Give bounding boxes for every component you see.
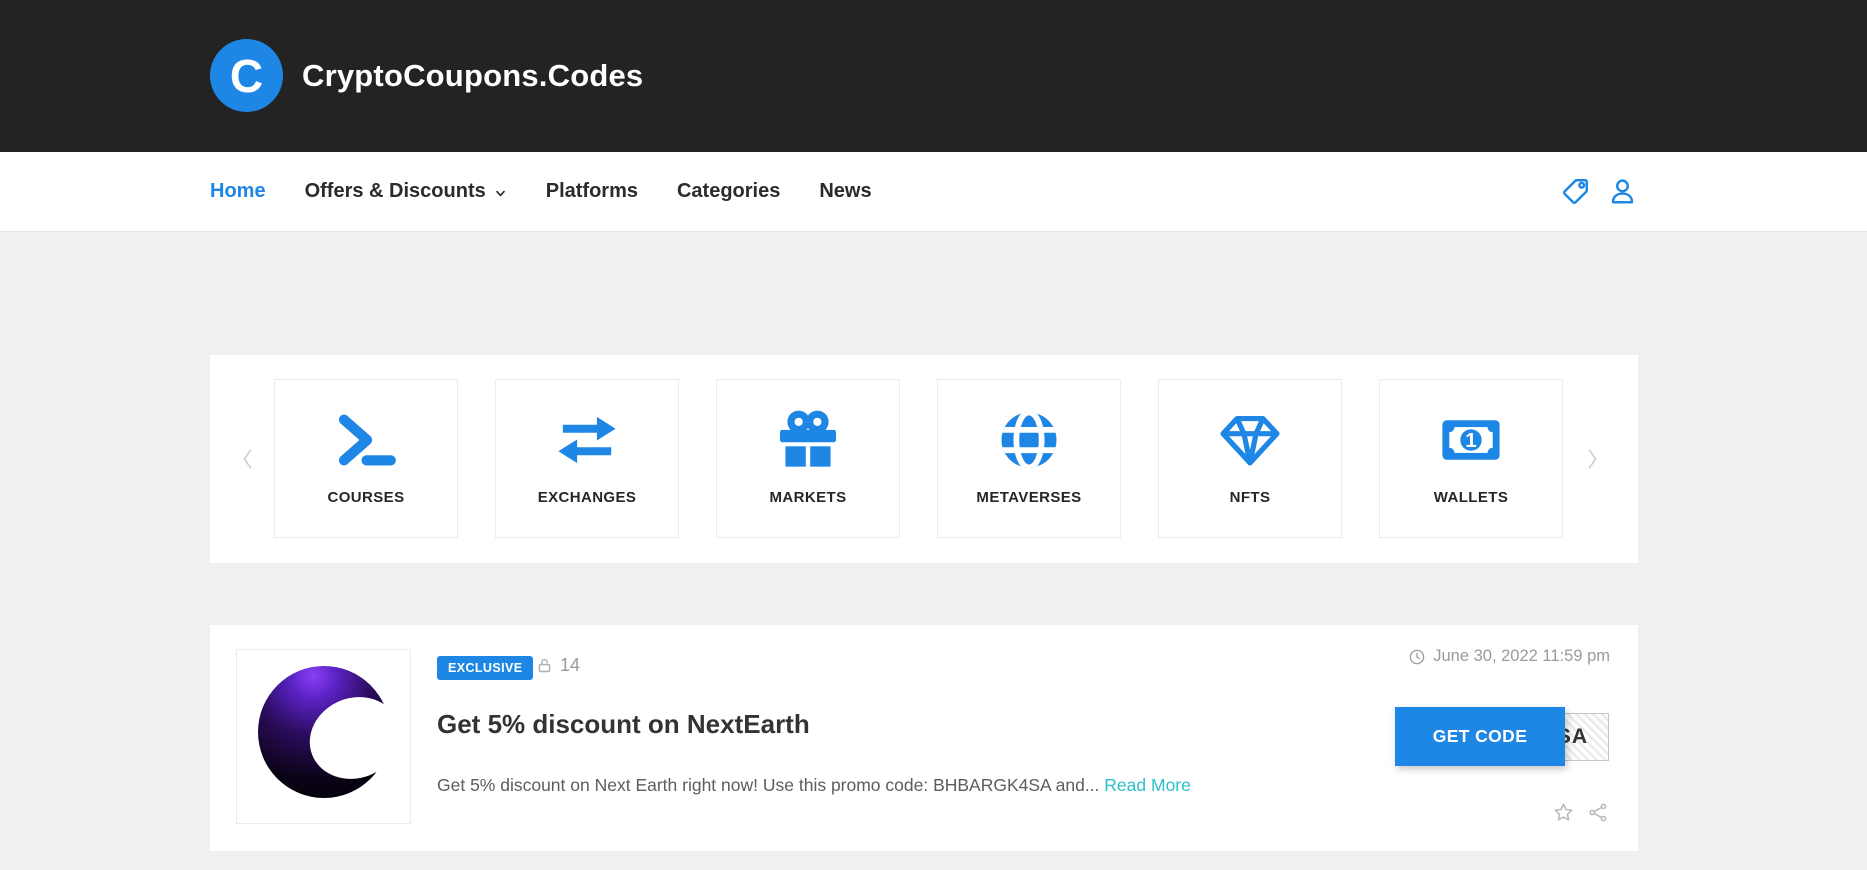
globe-icon — [992, 407, 1066, 473]
svg-text:1: 1 — [1465, 429, 1476, 452]
coupon-title[interactable]: Get 5% discount on NextEarth — [437, 709, 810, 740]
code-widget: BHBARGK4SA GET CODE — [1395, 707, 1609, 766]
nextearth-logo-hole — [297, 684, 411, 793]
nav-item-platforms[interactable]: Platforms — [546, 180, 638, 203]
expiry-timestamp: June 30, 2022 11:59 pm — [1408, 647, 1610, 666]
expiry-timestamp-text: June 30, 2022 11:59 pm — [1433, 647, 1610, 666]
chevron-left-icon[interactable] — [236, 438, 260, 480]
category-tile-wallets[interactable]: 1 WALLETS — [1379, 379, 1563, 538]
tag-icon[interactable] — [1560, 176, 1591, 207]
terminal-icon — [329, 407, 403, 473]
chevron-right-icon[interactable] — [1580, 438, 1604, 480]
clock-icon — [1408, 648, 1426, 666]
categories-carousel: COURSES EXCHANGES MARKETS METAVERSES NFT… — [210, 355, 1638, 563]
nav-item-home[interactable]: Home — [210, 180, 266, 203]
gift-icon — [771, 407, 845, 473]
category-tile-label: COURSES — [328, 489, 405, 506]
nav-actions — [1560, 176, 1638, 207]
coupon-actions — [1552, 801, 1610, 824]
uses-count: 14 — [560, 655, 580, 676]
uses-counter: 14 — [535, 655, 580, 676]
user-icon[interactable] — [1607, 176, 1638, 207]
category-tile-exchanges[interactable]: EXCHANGES — [495, 379, 679, 538]
get-code-button[interactable]: GET CODE — [1395, 707, 1565, 766]
category-tiles: COURSES EXCHANGES MARKETS METAVERSES NFT… — [274, 379, 1563, 538]
read-more-link[interactable]: Read More — [1104, 775, 1191, 795]
category-tile-metaverses[interactable]: METAVERSES — [937, 379, 1121, 538]
main-nav: Home Offers & Discounts Platforms Catego… — [0, 152, 1867, 232]
category-tile-nfts[interactable]: NFTS — [1158, 379, 1342, 538]
category-tile-label: MARKETS — [770, 489, 847, 506]
header-inner: C CryptoCoupons.Codes — [210, 0, 1867, 112]
nav-item-offers-discounts[interactable]: Offers & Discounts — [305, 180, 507, 203]
site-logo[interactable]: C — [210, 39, 283, 112]
diamond-icon — [1213, 407, 1287, 473]
lock-open-icon — [535, 656, 554, 675]
coupon-card: EXCLUSIVE 14 Get 5% discount on NextEart… — [210, 625, 1638, 851]
site-title[interactable]: CryptoCoupons.Codes — [302, 58, 643, 94]
nav-list: Home Offers & Discounts Platforms Catego… — [210, 180, 872, 203]
nav-item-news[interactable]: News — [819, 180, 871, 203]
site-logo-letter: C — [230, 49, 263, 103]
chevron-down-icon — [494, 184, 507, 200]
exclusive-badge[interactable]: EXCLUSIVE — [437, 656, 533, 680]
category-tile-label: EXCHANGES — [538, 489, 637, 506]
category-tile-label: METAVERSES — [976, 489, 1081, 506]
banknote-icon: 1 — [1434, 407, 1508, 473]
coupon-description: Get 5% discount on Next Earth right now!… — [437, 775, 1191, 796]
category-tile-courses[interactable]: COURSES — [274, 379, 458, 538]
coupon-brand-logo[interactable] — [236, 649, 411, 824]
nextearth-logo-ring — [258, 666, 390, 798]
coupon-description-text: Get 5% discount on Next Earth right now!… — [437, 775, 1099, 795]
nav-inner: Home Offers & Discounts Platforms Catego… — [210, 152, 1638, 231]
exchange-arrows-icon — [550, 407, 624, 473]
site-header: C CryptoCoupons.Codes — [0, 0, 1867, 152]
star-icon[interactable] — [1552, 801, 1575, 824]
category-tile-label: NFTS — [1230, 489, 1271, 506]
nav-item-categories[interactable]: Categories — [677, 180, 780, 203]
category-tile-markets[interactable]: MARKETS — [716, 379, 900, 538]
category-tile-label: WALLETS — [1434, 489, 1508, 506]
share-icon[interactable] — [1587, 801, 1610, 824]
